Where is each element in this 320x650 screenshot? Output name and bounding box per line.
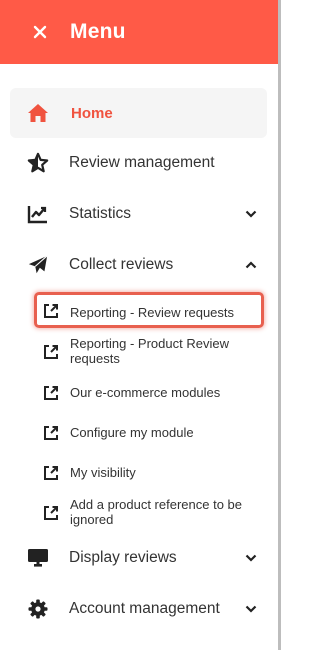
nav-label-home: Home [71,104,113,122]
chevron-up-icon[interactable] [243,257,259,273]
submenu-label: Our e-commerce modules [70,385,221,400]
submenu-label: Add a product reference to be ignored [70,497,243,527]
nav-label-collect-reviews: Collect reviews [69,256,174,273]
paper-plane-icon [26,253,50,277]
nav-label-statistics: Statistics [69,205,132,222]
home-icon [26,101,50,125]
external-link-icon [44,386,58,400]
chart-line-icon [26,202,50,226]
gear-icon [26,597,50,621]
close-button[interactable] [28,20,52,44]
monitor-icon [26,546,50,570]
star-outline-icon [26,151,50,175]
nav-item-home[interactable]: Home [10,88,267,138]
nav-label-review-management: Review management [69,154,215,171]
menu-title: Menu [70,20,126,43]
nav-label-account-management: Account management [69,600,220,617]
submenu-label: Reporting - Review requests [70,305,235,320]
nav-item-review-management[interactable]: Review management [10,138,267,188]
submenu-label: Reporting - Product Review requests [70,336,229,366]
chevron-down-icon[interactable] [243,601,259,617]
submenu-item-ecommerce-modules[interactable]: Our e-commerce modules [34,382,264,404]
external-link-icon [44,506,58,520]
submenu-label: My visibility [70,465,136,480]
nav-item-statistics[interactable]: Statistics [10,189,267,239]
chevron-down-icon[interactable] [243,550,259,566]
external-link-icon [44,426,58,440]
nav-item-collect-reviews[interactable]: Collect reviews [10,240,267,290]
side-menu: Menu Home Review management Statistics C… [0,0,278,650]
submenu-item-my-visibility[interactable]: My visibility [34,462,264,484]
nav-item-account-management[interactable]: Account management [10,584,267,634]
external-link-icon [44,304,58,318]
nav-label-display-reviews: Display reviews [69,549,177,566]
panel-edge [278,0,281,650]
chevron-down-icon[interactable] [243,206,259,222]
submenu-item-reporting-product-review-requests[interactable]: Reporting - Product Review requests [34,336,264,368]
close-icon [33,25,47,39]
nav-item-display-reviews[interactable]: Display reviews [10,533,267,583]
submenu-label: Configure my module [70,425,194,440]
external-link-icon [44,466,58,480]
submenu-item-reporting-review-requests[interactable]: Reporting - Review requests [34,292,264,328]
submenu-item-ignore-product-reference[interactable]: Add a product reference to be ignored [34,497,264,529]
submenu-item-configure-module[interactable]: Configure my module [34,422,264,444]
menu-header: Menu [0,0,278,64]
external-link-icon [44,345,58,359]
